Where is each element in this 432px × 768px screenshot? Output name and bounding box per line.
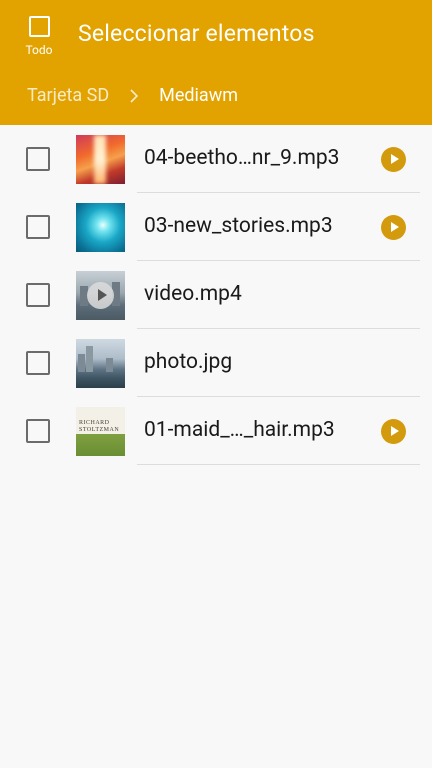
album-art-thumbnail: RICHARD STOLTZMAN bbox=[76, 407, 125, 456]
video-thumbnail bbox=[76, 271, 125, 320]
file-checkbox[interactable] bbox=[26, 351, 50, 375]
file-row[interactable]: photo.jpg bbox=[0, 329, 432, 397]
play-icon[interactable] bbox=[381, 215, 406, 240]
file-checkbox[interactable] bbox=[26, 147, 50, 171]
building-shape bbox=[78, 354, 85, 372]
breadcrumb-sd-card[interactable]: Tarjeta SD bbox=[27, 85, 109, 106]
photo-thumbnail bbox=[76, 339, 125, 388]
album-art-thumbnail bbox=[76, 203, 125, 252]
chevron-right-icon bbox=[129, 88, 139, 104]
file-name: photo.jpg bbox=[144, 350, 233, 374]
file-name: 04-beetho…nr_9.mp3 bbox=[144, 146, 340, 170]
file-name: 03-new_stories.mp3 bbox=[144, 214, 333, 238]
play-icon[interactable] bbox=[381, 419, 406, 444]
action-bar: Todo Seleccionar elementos Tarjeta SD Me… bbox=[0, 0, 432, 125]
page-title: Seleccionar elementos bbox=[78, 20, 315, 47]
file-row[interactable]: 03-new_stories.mp3 bbox=[0, 193, 432, 261]
file-checkbox[interactable] bbox=[26, 215, 50, 239]
file-row[interactable]: video.mp4 bbox=[0, 261, 432, 329]
building-shape bbox=[86, 346, 93, 372]
file-checkbox[interactable] bbox=[26, 283, 50, 307]
checkbox-icon bbox=[28, 16, 50, 37]
file-name: video.mp4 bbox=[144, 282, 242, 306]
file-list: 04-beetho…nr_9.mp3 03-new_stories.mp3 vi… bbox=[0, 125, 432, 465]
album-art-thumbnail bbox=[76, 135, 125, 184]
file-row[interactable]: RICHARD STOLTZMAN 01-maid_…_hair.mp3 bbox=[0, 397, 432, 465]
select-all-checkbox[interactable]: Todo bbox=[22, 16, 56, 57]
file-row[interactable]: 04-beetho…nr_9.mp3 bbox=[0, 125, 432, 193]
video-play-icon bbox=[87, 282, 114, 309]
file-checkbox[interactable] bbox=[26, 419, 50, 443]
building-shape bbox=[106, 358, 113, 372]
breadcrumb: Tarjeta SD Mediawm bbox=[27, 85, 238, 106]
breadcrumb-current-folder[interactable]: Mediawm bbox=[159, 85, 238, 106]
play-icon[interactable] bbox=[381, 147, 406, 172]
album-cover-text: RICHARD STOLTZMAN bbox=[79, 420, 120, 433]
select-all-label: Todo bbox=[25, 43, 53, 57]
file-name: 01-maid_…_hair.mp3 bbox=[144, 418, 335, 442]
divider bbox=[137, 464, 420, 465]
